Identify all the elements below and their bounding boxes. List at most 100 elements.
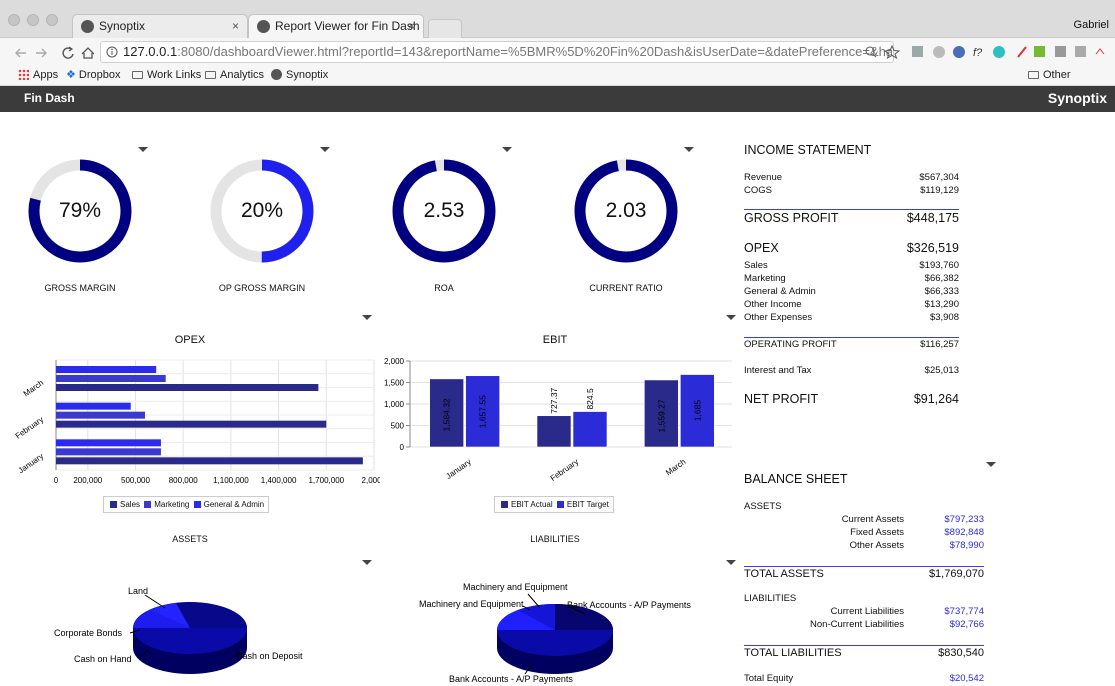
row-value: $13,290 <box>924 299 959 310</box>
function-extension-icon[interactable]: f? <box>973 47 983 59</box>
row-value-link[interactable]: $797,233 <box>944 514 984 525</box>
opex-chart: 0 200,000 500,000 800,000 1,100,000 1,400,000… <box>14 359 380 485</box>
y-tick-label: 1,000 <box>384 400 405 409</box>
window-minimize-dot[interactable] <box>27 14 39 26</box>
dropbox-icon: ❖ <box>66 69 76 81</box>
opex-item-row: General & Admin $66,333 <box>744 286 959 297</box>
dropdown-caret-icon[interactable] <box>320 147 330 152</box>
bar[interactable] <box>56 448 161 456</box>
extension-icons: f? <box>912 46 1105 59</box>
tab-report-viewer[interactable]: Report Viewer for Fin Dash × <box>248 14 424 38</box>
pie-label-machinery-1: Machinery and Equipment <box>463 582 568 592</box>
total-equity-row: Total Equity $20,542 <box>744 673 984 684</box>
row-value-link[interactable]: $92,766 <box>950 619 984 630</box>
bookmark-apps[interactable]: Apps <box>18 66 58 84</box>
window-close-dot[interactable] <box>8 14 20 26</box>
row-value-link[interactable]: $20,542 <box>950 673 984 684</box>
tab-close-icon[interactable]: × <box>408 15 415 37</box>
dropdown-caret-icon[interactable] <box>362 315 372 320</box>
row-value-link[interactable]: $78,990 <box>950 540 984 551</box>
extension-icon[interactable] <box>1075 46 1086 57</box>
apps-grid-icon <box>18 69 29 80</box>
extension-icon[interactable] <box>1055 46 1066 57</box>
dropdown-caret-icon[interactable] <box>726 560 736 565</box>
synoptix-favicon-icon <box>257 20 270 33</box>
row-value: $326,519 <box>906 241 959 255</box>
bookmark-dropbox[interactable]: ❖ Dropbox <box>66 66 120 84</box>
bookmark-work-links[interactable]: Work Links <box>132 66 201 84</box>
row-label: Other Expenses <box>744 312 813 323</box>
synoptix-icon <box>271 69 282 80</box>
data-label: 1,559.27 <box>656 399 666 432</box>
total-liabilities-row: TOTAL LIABILITIES $830,540 <box>744 647 984 659</box>
address-bar[interactable]: 127.0.0.1:8080/dashboardViewer.html?repo… <box>100 41 894 63</box>
dropdown-caret-icon[interactable] <box>502 147 512 152</box>
bar[interactable] <box>572 411 608 448</box>
bar[interactable] <box>536 415 572 448</box>
forward-icon[interactable] <box>36 48 47 58</box>
folder-icon <box>132 71 143 79</box>
bookmark-star-icon[interactable] <box>883 45 901 59</box>
divider <box>744 337 959 338</box>
bar[interactable] <box>56 439 161 447</box>
x-tick-label: 500,000 <box>121 476 150 485</box>
extension-icon[interactable] <box>933 46 945 58</box>
row-value: $66,333 <box>924 286 959 297</box>
bar[interactable] <box>56 375 166 382</box>
extension-icon[interactable] <box>912 46 923 57</box>
bar[interactable] <box>56 366 157 373</box>
row-label: TOTAL LIABILITIES <box>744 647 842 659</box>
tab-synoptix[interactable]: Synoptix × <box>72 14 248 38</box>
home-icon[interactable] <box>81 47 94 59</box>
row-value-link[interactable]: $737,774 <box>944 606 984 617</box>
bar[interactable] <box>56 457 363 465</box>
profile-name[interactable]: Gabriel <box>1074 19 1109 31</box>
address-actions <box>865 45 901 59</box>
dropdown-caret-icon[interactable] <box>684 147 694 152</box>
tab-close-icon[interactable]: × <box>232 15 239 37</box>
bar[interactable] <box>56 411 146 419</box>
row-label: Other Income <box>744 299 802 310</box>
extension-icon[interactable] <box>993 46 1005 58</box>
extension-icon[interactable] <box>1034 46 1045 57</box>
gauge-label: CURRENT RATIO <box>589 283 663 293</box>
dropdown-caret-icon[interactable] <box>726 315 736 320</box>
bookmark-analytics[interactable]: Analytics <box>205 66 264 84</box>
window-zoom-dot[interactable] <box>46 14 58 26</box>
total-assets-row: TOTAL ASSETS $1,769,070 <box>744 568 984 580</box>
extension-icon[interactable] <box>1095 48 1105 55</box>
pie-label-cash-on-deposit: Cash on Deposit <box>236 651 303 661</box>
opex-item-row: Sales $193,760 <box>744 260 959 271</box>
zoom-icon[interactable] <box>865 46 877 58</box>
bookmark-label: Analytics <box>220 69 265 81</box>
bookmark-synoptix[interactable]: Synoptix <box>271 66 328 84</box>
synoptix-favicon-icon <box>81 20 94 33</box>
row-label: OPERATING PROFIT <box>744 339 837 350</box>
folder-icon <box>205 71 216 79</box>
row-value-link[interactable]: $892,848 <box>944 527 984 538</box>
dropdown-caret-icon[interactable] <box>986 462 996 467</box>
row-label: NET PROFIT <box>744 392 819 406</box>
new-tab-button[interactable] <box>428 19 462 38</box>
app-header <box>0 86 1115 112</box>
row-label: Current Liabilities <box>830 606 904 617</box>
assets-chart-title: ASSETS <box>172 534 208 544</box>
legend-swatch <box>193 501 201 508</box>
back-icon[interactable] <box>15 48 26 58</box>
pie-label-corporate-bonds: Corporate Bonds <box>54 628 123 638</box>
legend-swatch <box>110 501 117 508</box>
extension-icon[interactable] <box>953 46 965 58</box>
reload-icon[interactable] <box>62 46 74 59</box>
bar[interactable] <box>56 384 319 391</box>
dropdown-caret-icon[interactable] <box>362 560 372 565</box>
y-tick-label: 500 <box>391 422 405 431</box>
info-icon[interactable] <box>106 46 118 58</box>
dropdown-caret-icon[interactable] <box>138 147 148 152</box>
bar[interactable] <box>56 402 131 410</box>
y-tick-label: 0 <box>400 443 405 452</box>
liabilities-heading: LIABILITIES <box>744 593 797 604</box>
bar[interactable] <box>56 420 327 428</box>
extension-icon[interactable] <box>1017 46 1027 58</box>
net-profit-row: NET PROFIT $91,264 <box>744 392 959 406</box>
x-tick-label: 1,100,000 <box>213 476 249 485</box>
